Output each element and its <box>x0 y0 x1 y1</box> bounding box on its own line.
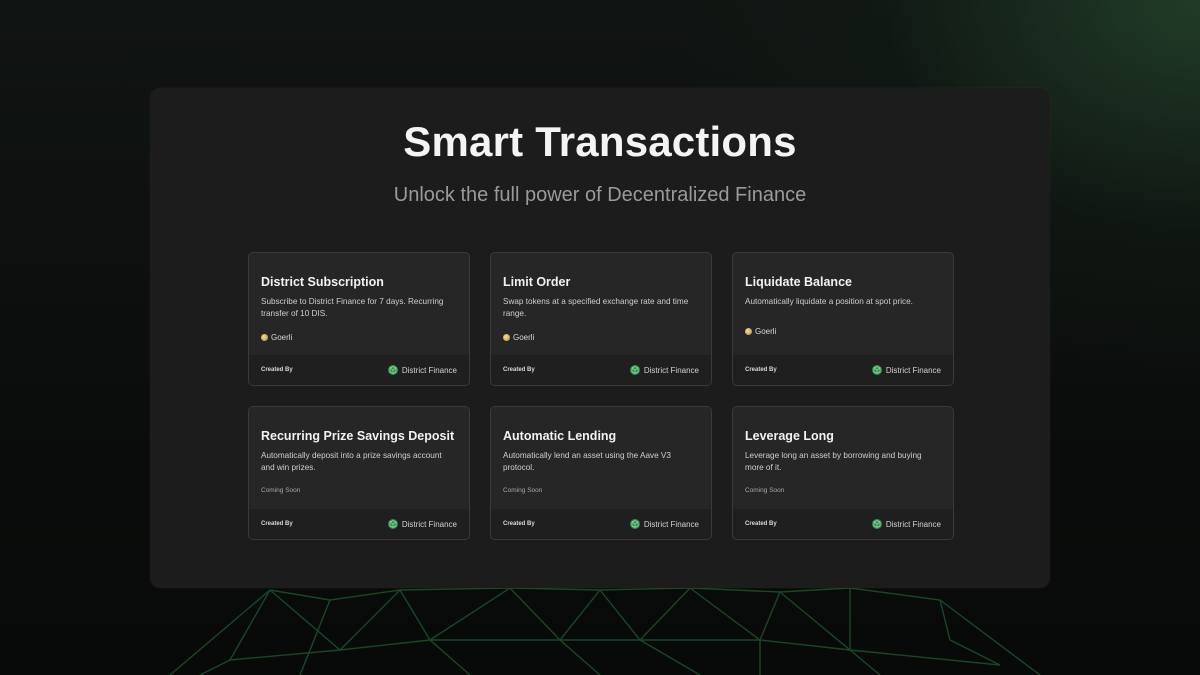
district-finance-logo-icon <box>871 365 882 375</box>
card-title: Liquidate Balance <box>745 275 852 289</box>
creator: District Finance <box>387 519 457 529</box>
creator: District Finance <box>629 519 699 529</box>
card-automatic-lending[interactable]: Automatic Lending Automatically lend an … <box>490 406 712 540</box>
card-title: Limit Order <box>503 275 571 289</box>
district-finance-logo-icon <box>871 519 882 529</box>
district-finance-logo-icon <box>387 365 398 375</box>
card-title: Automatic Lending <box>503 429 617 443</box>
card-leverage-long[interactable]: Leverage Long Leverage long an asset by … <box>732 406 954 540</box>
district-finance-logo-icon <box>629 519 640 529</box>
network-badge: Goerli <box>261 333 292 342</box>
network-label: Goerli <box>513 333 535 342</box>
district-finance-logo-icon <box>387 519 398 529</box>
creator-name: District Finance <box>885 519 941 529</box>
creator-name: District Finance <box>401 365 457 375</box>
card-title: Leverage Long <box>745 429 834 443</box>
creator: District Finance <box>387 365 457 375</box>
coming-soon-label: Coming Soon <box>261 487 301 494</box>
transactions-grid: District Subscription Subscribe to Distr… <box>248 252 954 540</box>
created-by-label: Created By <box>745 367 777 373</box>
network-badge: Goerli <box>745 327 776 336</box>
created-by-label: Created By <box>261 521 293 527</box>
creator-name: District Finance <box>643 365 699 375</box>
coming-soon-label: Coming Soon <box>503 487 543 494</box>
creator: District Finance <box>629 365 699 375</box>
card-description: Automatically deposit into a prize savin… <box>261 451 442 472</box>
card-limit-order[interactable]: Limit Order Swap tokens at a specified e… <box>490 252 712 386</box>
card-title: Recurring Prize Savings Deposit <box>261 429 455 443</box>
card-footer: Created By District Finance <box>733 355 953 385</box>
network-badge: Goerli <box>503 333 534 342</box>
page-title: Smart Transactions <box>403 118 797 165</box>
card-footer: Created By District Finance <box>249 355 469 385</box>
card-description: Automatically liquidate a position at sp… <box>745 297 913 306</box>
goerli-network-icon <box>261 334 268 341</box>
card-footer: Created By District Finance <box>733 509 953 539</box>
created-by-label: Created By <box>261 367 293 373</box>
card-description: Subscribe to District Finance for 7 days… <box>261 297 444 318</box>
creator: District Finance <box>871 519 941 529</box>
page-subtitle: Unlock the full power of Decentralized F… <box>393 184 807 206</box>
card-district-subscription[interactable]: District Subscription Subscribe to Distr… <box>248 252 470 386</box>
card-title: District Subscription <box>261 275 384 289</box>
card-description: Swap tokens at a specified exchange rate… <box>503 297 689 318</box>
creator-name: District Finance <box>643 519 699 529</box>
creator: District Finance <box>871 365 941 375</box>
created-by-label: Created By <box>503 521 535 527</box>
card-description: Leverage long an asset by borrowing and … <box>745 451 922 472</box>
creator-name: District Finance <box>885 365 941 375</box>
card-footer: Created By District Finance <box>491 355 711 385</box>
card-recurring-prize-savings-deposit[interactable]: Recurring Prize Savings Deposit Automati… <box>248 406 470 540</box>
goerli-network-icon <box>745 328 752 335</box>
card-liquidate-balance[interactable]: Liquidate Balance Automatically liquidat… <box>732 252 954 386</box>
created-by-label: Created By <box>745 521 777 527</box>
created-by-label: Created By <box>503 367 535 373</box>
district-finance-logo-icon <box>629 365 640 375</box>
card-footer: Created By District Finance <box>249 509 469 539</box>
card-footer: Created By District Finance <box>491 509 711 539</box>
coming-soon-label: Coming Soon <box>745 487 785 494</box>
goerli-network-icon <box>503 334 510 341</box>
network-label: Goerli <box>271 333 293 342</box>
card-description: Automatically lend an asset using the Aa… <box>503 451 671 472</box>
smart-transactions-panel: Smart Transactions Unlock the full power… <box>150 88 1050 588</box>
network-label: Goerli <box>755 327 777 336</box>
creator-name: District Finance <box>401 519 457 529</box>
